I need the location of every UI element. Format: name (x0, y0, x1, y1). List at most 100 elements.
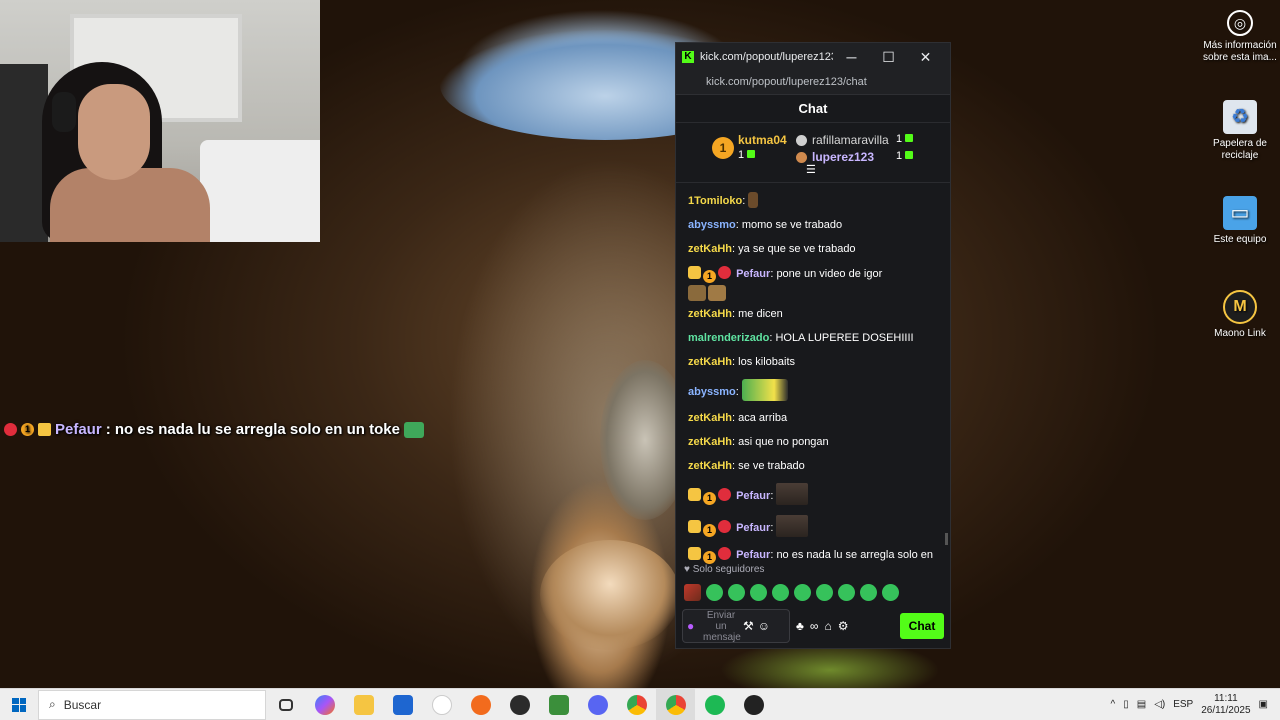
app-orange-button[interactable] (461, 689, 500, 720)
desktop-icon-spotlight[interactable]: ◎ Más información sobre esta ima... (1200, 10, 1280, 64)
emote-icon[interactable] (684, 583, 701, 601)
streamer-body (50, 168, 210, 242)
crown-badge-icon (688, 520, 701, 533)
chat-message: zetKaHh: se ve trabado (688, 460, 805, 472)
emote-icon[interactable] (838, 583, 855, 601)
minimize-button[interactable]: ─ (833, 49, 870, 65)
clock[interactable]: 11:11 26/11/2025 (1201, 693, 1250, 717)
tts-icon[interactable]: ⚒ (743, 619, 754, 633)
emote-icon[interactable] (882, 583, 899, 601)
message-placeholder: Enviar un mensaje (703, 609, 741, 643)
chat-scrollbar[interactable] (945, 533, 948, 545)
kick-points-icon[interactable]: ♣ (796, 619, 804, 633)
app-dark-button[interactable] (734, 689, 773, 720)
leaderboard-second-name[interactable]: rafillamaravilla (812, 133, 889, 147)
chat-username[interactable]: Pefaur (736, 549, 770, 561)
chat-username[interactable]: zetKaHh (688, 436, 732, 448)
chat-text: pone un video de igor (776, 268, 883, 280)
word-icon (431, 694, 452, 715)
chat-username[interactable]: abyssmo (688, 219, 736, 231)
emote-icon[interactable] (750, 583, 767, 601)
microphone-icon[interactable]: ● (687, 619, 699, 633)
collapse-chevron-icon[interactable]: ☰ (806, 165, 818, 176)
desktop-icon-label: Maono Link (1214, 328, 1266, 339)
leaderboard-first-name[interactable]: kutma04 (738, 133, 787, 147)
leaderboard-third-name[interactable]: luperez123 (812, 150, 874, 164)
chevron-up-icon[interactable]: ^ (1111, 699, 1116, 710)
chat-username[interactable]: zetKaHh (688, 460, 732, 472)
crown-badge-icon (688, 547, 701, 560)
volume-icon[interactable]: ◁) (1154, 699, 1165, 710)
chat-username[interactable]: 1Tomiloko (688, 195, 742, 207)
start-button[interactable] (0, 689, 38, 720)
taskbar-search[interactable]: ⌕ Buscar (38, 689, 266, 720)
first-place-medal-icon: 1 (712, 137, 734, 159)
phone-link-icon[interactable]: ▯ (1123, 699, 1129, 710)
emoji-icon[interactable]: ☺ (758, 619, 770, 633)
message-input[interactable]: ● Enviar un mensaje ⚒ ☺ (682, 609, 790, 643)
chat-username[interactable]: zetKaHh (688, 412, 732, 424)
store-icon[interactable]: ⌂ (824, 619, 831, 633)
emote-icon[interactable] (706, 583, 723, 601)
chat-username[interactable]: Pefaur (736, 522, 770, 534)
store-button[interactable] (383, 689, 422, 720)
emote-icon (688, 285, 706, 301)
chat-username[interactable]: zetKaHh (688, 356, 732, 368)
language-indicator[interactable]: ESP (1173, 699, 1193, 710)
maximize-button[interactable]: ☐ (870, 49, 907, 66)
word-button[interactable] (422, 689, 461, 720)
emote-icon[interactable] (772, 583, 789, 601)
quick-emote-bar (676, 580, 950, 604)
chat-username[interactable]: Pefaur (736, 490, 770, 502)
notifications-icon[interactable]: ▣ (1259, 699, 1268, 710)
chrome-button[interactable] (617, 689, 656, 720)
chat-username[interactable]: malrenderizado (688, 332, 769, 344)
clock-time: 11:11 (1214, 692, 1238, 704)
leaderboard-third-count: 1 (896, 150, 914, 162)
obs-button[interactable] (500, 689, 539, 720)
chat-text: asi que no pongan (738, 436, 829, 448)
computer-icon: ▭ (1223, 196, 1257, 230)
chat-text: aca arriba (738, 412, 788, 424)
address-bar[interactable]: kick.com/popout/luperez123/chat (676, 71, 950, 95)
maono-icon: M (1223, 290, 1257, 324)
chat-username[interactable]: zetKaHh (688, 308, 732, 320)
emote-icon[interactable] (860, 583, 877, 601)
network-icon[interactable]: ▤ (1137, 699, 1146, 710)
emote-icon[interactable] (728, 583, 745, 601)
desktop-icon-label: Más información sobre esta ima... (1203, 40, 1277, 63)
desktop-icon-recycle-bin[interactable]: ♻ Papelera de reciclaje (1200, 100, 1280, 162)
minecraft-button[interactable] (539, 689, 578, 720)
close-button[interactable]: ✕ (907, 49, 944, 66)
sub-badge-icon: 1 (703, 270, 716, 283)
store-app-icon (392, 694, 413, 715)
spotify-button[interactable] (695, 689, 734, 720)
infinity-icon[interactable]: ∞ (810, 619, 819, 633)
file-explorer-button[interactable] (344, 689, 383, 720)
windows-logo-icon (12, 697, 26, 712)
chat-username[interactable]: zetKaHh (688, 243, 732, 255)
settings-gear-icon[interactable]: ⚙ (838, 619, 849, 633)
emote-icon[interactable] (816, 583, 833, 601)
copilot-button[interactable] (305, 689, 344, 720)
overlay-text: : no es nada lu se arregla solo en un to… (105, 421, 400, 438)
desktop-icon-this-pc[interactable]: ▭ Este equipo (1200, 196, 1280, 246)
chat-username[interactable]: abyssmo (688, 386, 736, 398)
discord-button[interactable] (578, 689, 617, 720)
chat-message: abyssmo: (688, 379, 940, 401)
cave-bottom-opening (540, 540, 680, 650)
camera-icon: ◎ (1227, 10, 1253, 36)
second-place-medal-icon (796, 135, 807, 146)
chrome-active-button[interactable] (656, 688, 695, 720)
task-view-button[interactable] (266, 689, 305, 720)
desktop-icon-maono[interactable]: M Maono Link (1200, 290, 1280, 340)
chat-input-row: ● Enviar un mensaje ⚒ ☺ ♣ ∞ ⌂ ⚙ Chat (676, 604, 950, 648)
chat-username[interactable]: Pefaur (736, 268, 770, 280)
window-titlebar[interactable]: K kick.com/popout/luperez123/ch... ─ ☐ ✕ (676, 43, 950, 71)
emote-icon[interactable] (794, 583, 811, 601)
webcam-feed (0, 0, 320, 242)
gift-badge-icon (718, 547, 731, 560)
crown-badge-icon (688, 266, 701, 279)
gift-leaderboard: 1 kutma04 1 rafillamaravilla 1 luperez12… (676, 123, 950, 183)
send-chat-button[interactable]: Chat (900, 613, 944, 639)
